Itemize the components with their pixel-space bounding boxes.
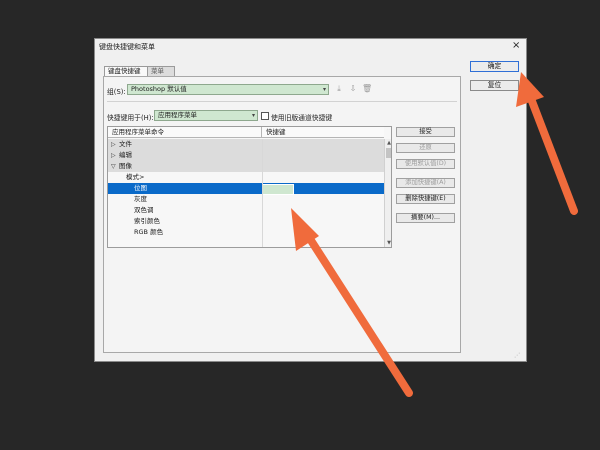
tab-keyboard-shortcuts[interactable]: 键盘快捷键 [104, 66, 148, 76]
annotation-arrows [291, 72, 578, 397]
arrow-to-ok-button [516, 72, 578, 215]
arrow-to-shortcut-field [291, 208, 413, 397]
